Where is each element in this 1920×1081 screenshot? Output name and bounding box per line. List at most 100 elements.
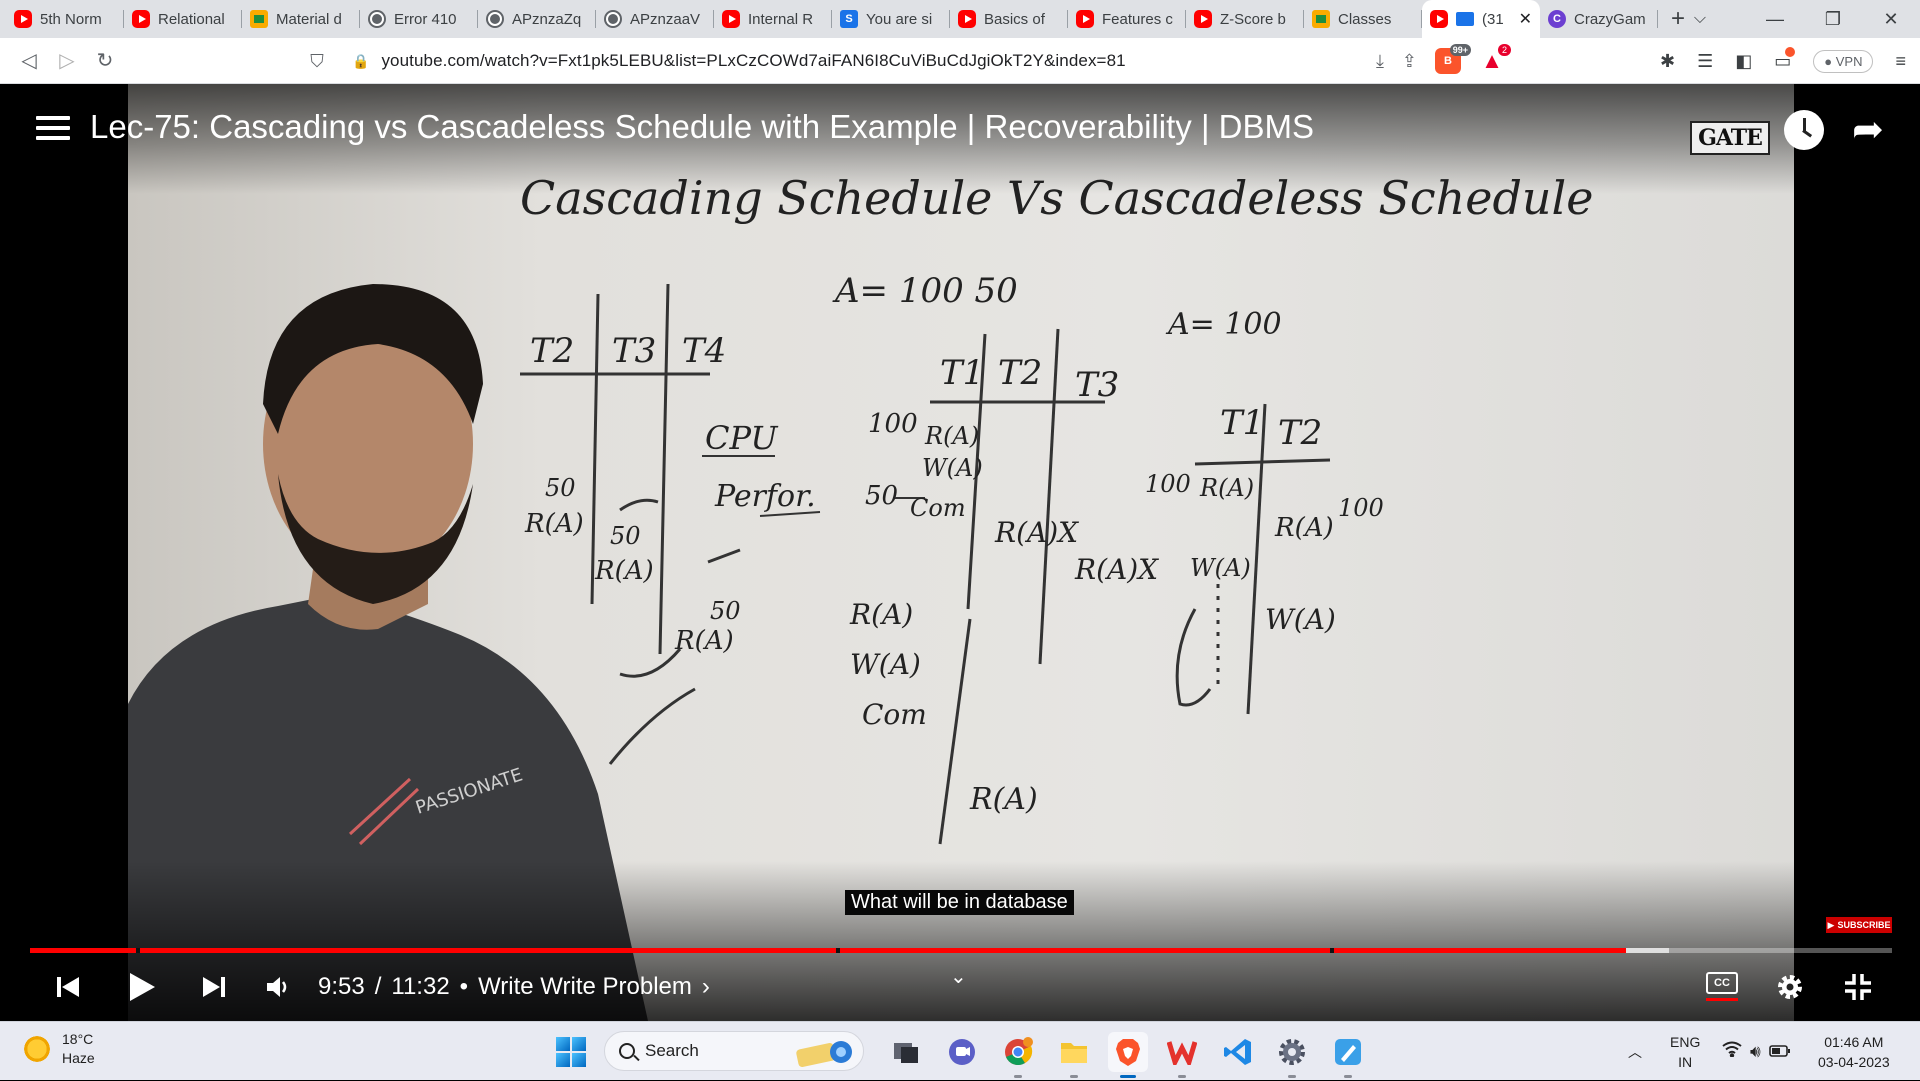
forward-button[interactable]: ▷ xyxy=(48,42,86,80)
reload-button[interactable]: ↻ xyxy=(86,42,124,80)
exit-fullscreen-icon[interactable] xyxy=(1840,956,1876,1018)
settings-app-gear-icon[interactable] xyxy=(1272,1032,1312,1078)
browser-tab[interactable]: Internal R xyxy=(714,0,832,38)
clock[interactable]: 01:46 AM 03-04-2023 xyxy=(1818,1022,1890,1081)
video-title[interactable]: Lec-75: Cascading vs Cascadeless Schedul… xyxy=(90,108,1314,146)
brave-rewards-icon[interactable]: ▲ 2 xyxy=(1479,44,1511,74)
taskbar-search[interactable]: Search xyxy=(604,1031,864,1071)
current-time: 9:53 xyxy=(318,973,365,1000)
close-window-button[interactable]: ✕ xyxy=(1862,0,1920,38)
tab-search-chevron-icon[interactable]: ⌵ xyxy=(1670,0,1730,38)
speaker-icon[interactable]: 🔊︎ xyxy=(1750,1042,1761,1062)
lock-icon: 🔒 xyxy=(352,52,370,69)
progress-bar[interactable] xyxy=(30,948,1892,953)
tab-title: 5th Norm xyxy=(40,10,102,28)
collapse-chevron-icon[interactable]: ⌄ xyxy=(950,964,967,989)
svg-text:T2: T2 xyxy=(1278,413,1322,453)
browser-tab[interactable]: Error 410 xyxy=(360,0,478,38)
playlist-menu-icon[interactable] xyxy=(36,116,70,146)
chapter-marker xyxy=(836,948,841,953)
svg-text:50: 50 xyxy=(545,474,576,502)
chapter-chevron-icon[interactable]: › xyxy=(702,973,710,1001)
playlist-icon[interactable]: ☰ xyxy=(1697,51,1713,72)
browser-tab[interactable]: Features c xyxy=(1068,0,1186,38)
s-icon: S xyxy=(840,10,858,28)
browser-tab[interactable]: APznzaaV xyxy=(596,0,714,38)
weather-temp: 18°C xyxy=(62,1031,94,1047)
youtube-icon xyxy=(958,10,976,28)
settings-gear-icon[interactable] xyxy=(1772,956,1808,1018)
search-highlight-art xyxy=(796,1041,852,1068)
browser-tab[interactable]: 5th Norm xyxy=(6,0,124,38)
windows-taskbar: 18°C Haze Search ︿ ENG IN 🔊︎ 01:46 AM 03… xyxy=(0,1021,1920,1080)
captions-button[interactable]: CC xyxy=(1706,972,1738,994)
chapter-title[interactable]: Write Write Problem xyxy=(478,973,692,1001)
extensions-puzzle-icon[interactable]: ✱ xyxy=(1660,51,1675,72)
weather-widget[interactable]: 18°C Haze xyxy=(22,1030,95,1068)
browser-toolbar: ◁ ▷ ↻ ⛉ 🔒 youtube.com/watch?v=Fxt1pk5LEB… xyxy=(0,38,1920,84)
vpn-button[interactable]: ● VPN xyxy=(1813,49,1874,73)
volume-icon[interactable] xyxy=(262,956,294,1018)
chapter-marker xyxy=(1329,948,1334,953)
svg-text:W(A): W(A) xyxy=(922,454,983,482)
browser-tab[interactable]: Relational xyxy=(124,0,242,38)
youtube-icon xyxy=(722,10,740,28)
svg-text:R(A)X: R(A)X xyxy=(994,516,1079,549)
svg-text:50: 50 xyxy=(610,522,641,550)
browser-tab[interactable]: Z-Score b xyxy=(1186,0,1304,38)
tab-list: 5th Norm Relational Material d Error 410 APz… xyxy=(0,0,1658,38)
bookmark-icon[interactable]: ⛉ xyxy=(300,44,334,78)
svg-text:T1: T1 xyxy=(1220,403,1264,443)
tab-title: CrazyGam xyxy=(1574,10,1646,28)
watch-later-clock-icon[interactable] xyxy=(1784,110,1824,150)
system-tray-icons[interactable]: 🔊︎ xyxy=(1722,1022,1791,1081)
restore-button[interactable]: ❐ xyxy=(1804,0,1862,38)
brave-shields-icon[interactable]: B 99+ xyxy=(1435,44,1471,74)
battery-icon[interactable] xyxy=(1768,1042,1791,1062)
wps-office-icon[interactable] xyxy=(1162,1032,1202,1078)
play-icon[interactable] xyxy=(124,956,160,1018)
brave-browser-icon[interactable] xyxy=(1108,1032,1148,1078)
wallet-icon[interactable]: ▭ xyxy=(1774,46,1796,72)
browser-menu-icon[interactable]: ≡ xyxy=(1895,51,1906,72)
install-icon[interactable]: ⤓ xyxy=(1376,51,1384,72)
next-video-icon[interactable] xyxy=(196,956,232,1018)
browser-tab[interactable]: C CrazyGam xyxy=(1540,0,1658,38)
sidebar-icon[interactable]: ◧ xyxy=(1735,51,1752,72)
minimize-button[interactable]: — xyxy=(1746,0,1804,38)
tab-title: Internal R xyxy=(748,10,814,28)
share-arrow-icon[interactable]: ➦ xyxy=(1852,110,1896,150)
address-bar[interactable]: 🔒 youtube.com/watch?v=Fxt1pk5LEBU&list=P… xyxy=(340,44,1515,78)
previous-video-icon[interactable] xyxy=(50,956,86,1018)
browser-tab[interactable]: Classes xyxy=(1304,0,1422,38)
browser-tab-strip: 5th Norm Relational Material d Error 410 APz… xyxy=(0,0,1920,38)
channel-logo[interactable]: GATE xyxy=(1688,110,1772,166)
paint-app-icon[interactable] xyxy=(1328,1032,1368,1078)
show-hidden-icons-chevron-icon[interactable]: ︿ xyxy=(1628,1022,1642,1081)
browser-tab[interactable]: S You are si xyxy=(832,0,950,38)
task-view-icon[interactable] xyxy=(886,1032,926,1072)
close-tab-icon[interactable]: ✕ xyxy=(1519,9,1532,29)
browser-tab[interactable]: APznzaZq xyxy=(478,0,596,38)
browser-tab[interactable]: Material d xyxy=(242,0,360,38)
share-page-icon[interactable]: ⇪ xyxy=(1402,51,1417,72)
board-a-value-left: A= 100 50 xyxy=(832,271,1018,311)
teams-chat-icon[interactable] xyxy=(942,1032,982,1072)
subscribe-watermark[interactable]: ▶ SUBSCRIBE xyxy=(1826,917,1892,933)
svg-text:T1: T1 xyxy=(940,353,984,393)
back-button[interactable]: ◁ xyxy=(10,42,48,80)
browser-tab[interactable]: (31 ✕ xyxy=(1422,0,1540,38)
video-player[interactable]: PASSIONATE Cascading Schedule Vs Cascade… xyxy=(0,84,1920,1021)
language-indicator[interactable]: ENG IN xyxy=(1670,1022,1700,1081)
classroom-icon xyxy=(250,10,268,28)
chrome-icon[interactable] xyxy=(998,1032,1038,1078)
youtube-icon xyxy=(1076,10,1094,28)
file-explorer-icon[interactable] xyxy=(1054,1032,1094,1078)
window-controls: — ❐ ✕ xyxy=(1746,0,1920,38)
wifi-icon[interactable] xyxy=(1722,1041,1742,1062)
url-text[interactable]: youtube.com/watch?v=Fxt1pk5LEBU&list=PLx… xyxy=(381,51,1125,71)
time-display: 9:53 / 11:32 • Write Write Problem › xyxy=(318,973,710,1001)
start-windows-icon[interactable] xyxy=(556,1037,586,1067)
vscode-icon[interactable] xyxy=(1218,1032,1258,1072)
browser-tab[interactable]: Basics of xyxy=(950,0,1068,38)
